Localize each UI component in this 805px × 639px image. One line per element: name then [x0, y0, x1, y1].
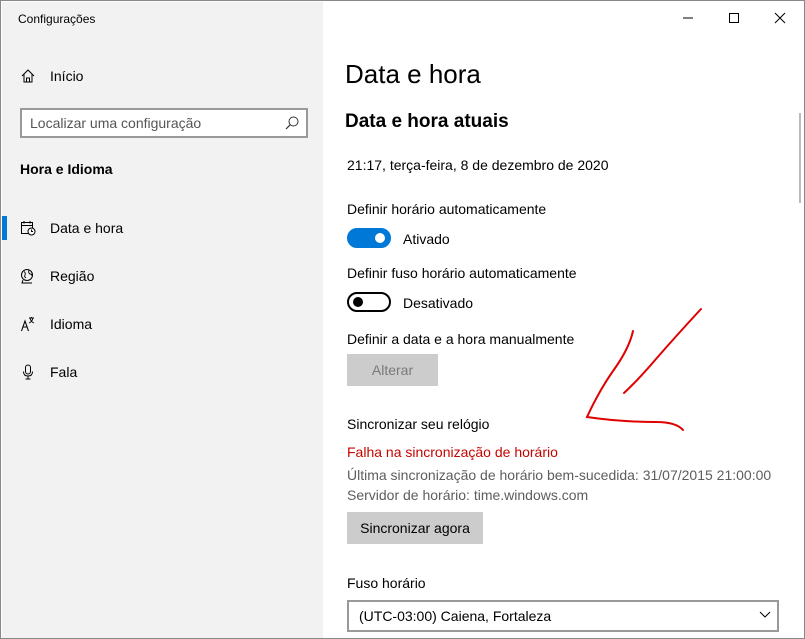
manual-datetime-label: Definir a data e a hora manualmente [347, 331, 575, 347]
search-box[interactable] [20, 108, 308, 138]
auto-timezone-state: Desativado [403, 295, 474, 311]
auto-time-state: Ativado [403, 231, 450, 247]
microphone-icon [23, 364, 33, 380]
sidebar-item-label: Idioma [50, 316, 93, 332]
sidebar-item-language[interactable]: Idioma [2, 304, 323, 344]
last-sync-text: Última sincronização de horário bem-suce… [347, 467, 772, 483]
timezone-label: Fuso horário [347, 575, 426, 591]
sync-now-button[interactable]: Sincronizar agora [347, 512, 483, 544]
sidebar-item-date-time[interactable]: Data e hora [2, 208, 323, 248]
sync-title: Sincronizar seu relógio [347, 416, 490, 432]
chevron-down-icon [759, 611, 771, 618]
auto-time-toggle[interactable] [347, 228, 391, 248]
section-title: Hora e Idioma [20, 161, 113, 177]
current-datetime-heading: Data e hora atuais [345, 111, 509, 132]
search-icon[interactable] [284, 115, 300, 131]
auto-time-label: Definir horário automaticamente [347, 201, 547, 217]
sidebar-item-label: Data e hora [50, 220, 124, 236]
sidebar-item-label: Região [50, 268, 95, 284]
home-label: Início [50, 68, 84, 84]
calendar-clock-icon [21, 221, 36, 236]
globe-icon [21, 269, 33, 284]
auto-timezone-label: Definir fuso horário automaticamente [347, 265, 577, 281]
sidebar-item-speech[interactable]: Fala [2, 352, 323, 392]
timezone-dropdown[interactable]: (UTC-03:00) Caiena, Fortaleza [347, 600, 779, 632]
sidebar-item-region[interactable]: Região [2, 256, 323, 296]
page-title: Data e hora [345, 59, 481, 89]
active-indicator [2, 216, 7, 240]
toggle-knob [353, 297, 363, 307]
toggle-knob [375, 233, 385, 243]
search-input[interactable] [30, 114, 270, 132]
language-icon [20, 317, 35, 332]
change-button[interactable]: Alterar [347, 354, 438, 386]
timezone-value: (UTC-03:00) Caiena, Fortaleza [359, 608, 552, 624]
sync-error-message: Falha na sincronização de horário [347, 444, 558, 460]
sidebar-item-home[interactable]: Início [2, 60, 323, 92]
main-content: Data e hora Data e hora atuais 21:17, te… [323, 2, 805, 638]
current-datetime: 21:17, terça-feira, 8 de dezembro de 202… [347, 157, 609, 173]
time-server-text: Servidor de horário: time.windows.com [347, 487, 589, 503]
sidebar-item-label: Fala [50, 364, 78, 380]
home-icon [21, 69, 35, 83]
scrollbar[interactable] [799, 113, 801, 203]
window-title: Configurações [18, 12, 96, 26]
sidebar: Configurações Início Hora e Idioma [2, 2, 323, 638]
settings-window: Configurações Início Hora e Idioma [0, 0, 805, 639]
auto-timezone-toggle[interactable] [347, 292, 391, 312]
